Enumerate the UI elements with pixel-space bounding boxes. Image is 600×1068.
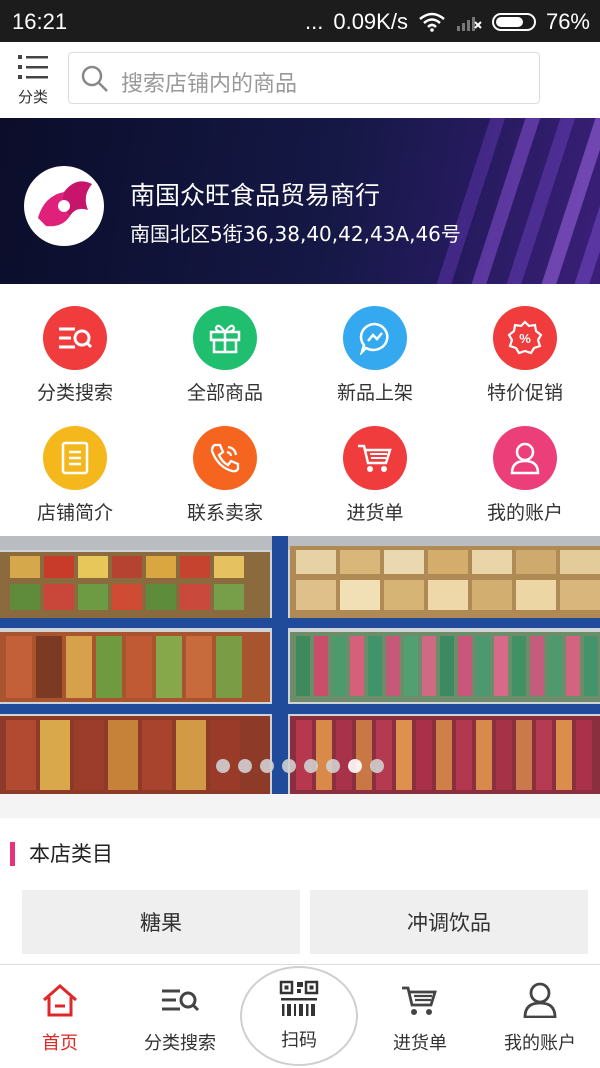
status-bar: 16:21 ... 0.09K/s 76%	[0, 0, 600, 42]
cart-icon	[343, 426, 407, 490]
shortcut-label: 新品上架	[336, 382, 413, 404]
search-icon	[81, 65, 108, 92]
status-right-group: ... 0.09K/s 76%	[305, 9, 590, 35]
tab-home[interactable]: 首页	[0, 965, 120, 1068]
carousel-dot[interactable]	[326, 759, 340, 773]
tab-purchase-list[interactable]: 进货单	[360, 965, 480, 1068]
carousel-dots	[0, 758, 600, 777]
battery-percent: 76%	[545, 9, 590, 34]
category-menu-label: 分类	[17, 88, 48, 106]
user-icon	[523, 982, 557, 1018]
carousel-dot[interactable]	[238, 759, 252, 773]
top-bar: 分类 搜索店铺内的商品	[0, 42, 600, 119]
shortcut-label: 店铺简介	[36, 502, 113, 524]
network-speed: 0.09K/s	[333, 9, 408, 34]
category-search-icon	[162, 989, 200, 1012]
phone-icon	[193, 426, 257, 490]
tab-label: 分类搜索	[144, 1033, 216, 1054]
tab-category-search[interactable]: 分类搜索	[120, 965, 240, 1068]
shop-logo	[24, 166, 104, 246]
list-menu-icon	[18, 55, 48, 79]
status-time: 16:21	[12, 9, 68, 34]
store-shelves-photo	[0, 536, 600, 794]
store-categories-section: 本店类目 糖果 冲调饮品	[0, 818, 600, 964]
new-arrival-icon	[343, 306, 407, 370]
shortcut-label: 进货单	[346, 502, 404, 524]
shortcut-shop-profile[interactable]: 店铺简介	[0, 404, 150, 524]
signal-icon	[456, 17, 482, 31]
carousel-dot[interactable]	[282, 759, 296, 773]
shortcut-promotions[interactable]: % 特价促销	[450, 284, 600, 404]
category-menu-button[interactable]: 分类	[10, 50, 56, 110]
qr-scan-icon	[279, 980, 319, 1016]
shortcut-label: 分类搜索	[36, 382, 113, 404]
store-photo-carousel[interactable]	[0, 536, 600, 794]
shortcut-category-search[interactable]: 分类搜索	[0, 284, 150, 404]
cart-icon	[402, 986, 437, 1015]
carousel-dot[interactable]	[260, 759, 274, 773]
carousel-dot[interactable]	[370, 759, 384, 773]
shortcut-purchase-list[interactable]: 进货单	[300, 404, 450, 524]
shortcut-grid: 分类搜索 全部商品 新品上架 % 特价促销 店铺简介 联系卖家 进货单 我的账户	[0, 284, 600, 536]
home-icon	[43, 984, 77, 1017]
category-search-icon	[43, 306, 107, 370]
category-candy[interactable]: 糖果	[22, 890, 300, 954]
tab-label: 进货单	[393, 1033, 447, 1054]
shortcut-label: 全部商品	[186, 382, 263, 404]
shortcut-label: 联系卖家	[186, 502, 263, 524]
shortcut-contact-seller[interactable]: 联系卖家	[150, 404, 300, 524]
more-dots: ...	[305, 9, 324, 34]
battery-icon	[491, 13, 536, 31]
shop-address: 南国北区5街36,38,40,42,43A,46号	[130, 222, 461, 246]
carousel-dot[interactable]	[348, 759, 362, 773]
tab-my-account[interactable]: 我的账户	[480, 965, 600, 1068]
shortcut-my-account[interactable]: 我的账户	[450, 404, 600, 524]
tab-label: 扫码	[281, 1030, 317, 1051]
shortcut-label: 我的账户	[486, 502, 563, 524]
tab-scan[interactable]: 扫码	[240, 966, 358, 1066]
shortcut-label: 特价促销	[486, 382, 563, 404]
tab-label: 我的账户	[504, 1033, 576, 1054]
section-title: 本店类目	[10, 842, 113, 866]
carousel-dot[interactable]	[304, 759, 318, 773]
wifi-icon	[419, 12, 445, 32]
svg-text:%: %	[519, 331, 531, 346]
search-placeholder: 搜索店铺内的商品	[121, 72, 298, 97]
shop-banner: 南国众旺食品贸易商行 南国北区5街36,38,40,42,43A,46号	[0, 118, 600, 284]
shop-name: 南国众旺食品贸易商行	[130, 181, 381, 210]
search-input[interactable]: 搜索店铺内的商品	[68, 52, 540, 104]
tab-label: 首页	[42, 1033, 78, 1054]
shortcut-new-arrivals[interactable]: 新品上架	[300, 284, 450, 404]
gift-icon	[193, 306, 257, 370]
shortcut-all-products[interactable]: 全部商品	[150, 284, 300, 404]
shop-profile-icon	[43, 426, 107, 490]
user-icon	[493, 426, 557, 490]
category-drinks[interactable]: 冲调饮品	[310, 890, 588, 954]
discount-icon: %	[493, 306, 557, 370]
carousel-dot[interactable]	[216, 759, 230, 773]
